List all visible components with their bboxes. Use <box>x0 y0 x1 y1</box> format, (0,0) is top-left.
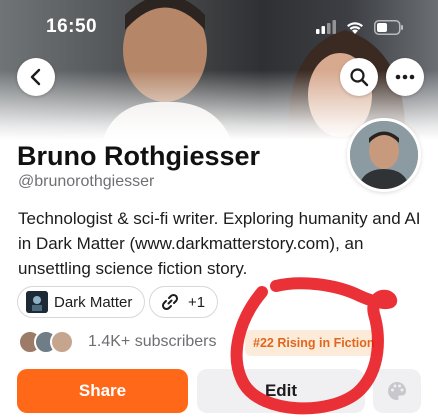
ellipsis-icon <box>395 74 415 80</box>
theme-button[interactable] <box>373 369 421 413</box>
wifi-icon <box>347 21 363 34</box>
battery-icon <box>374 19 403 35</box>
search-icon <box>350 68 369 87</box>
status-bar: 16:50 <box>0 0 438 54</box>
search-button[interactable] <box>340 58 378 96</box>
signal-icon <box>316 20 336 34</box>
profile-bio: Technologist & sci-fi writer. Exploring … <box>18 209 421 278</box>
status-time: 16:50 <box>46 16 98 37</box>
chevron-left-icon <box>30 68 41 86</box>
more-button[interactable] <box>386 58 424 96</box>
share-button[interactable]: Share <box>17 369 188 413</box>
publication-logo <box>26 291 48 313</box>
edit-button[interactable]: Edit <box>197 369 365 413</box>
publication-chip-label: Dark Matter <box>54 293 133 311</box>
avatar-photo <box>350 121 418 189</box>
publication-chip[interactable]: Dark Matter <box>17 286 146 318</box>
links-chip[interactable]: +1 <box>149 286 219 318</box>
profile-name: Bruno Rothgiesser <box>17 141 261 171</box>
profile-handle: @brunorothgiesser <box>18 173 155 190</box>
status-icons <box>316 19 404 35</box>
subscriber-avatar <box>50 330 74 354</box>
rising-badge[interactable]: #22 Rising in Fiction <box>245 330 383 356</box>
subscribers-row[interactable]: 1.4K+ subscribers <box>18 330 217 354</box>
link-icon <box>161 293 179 311</box>
back-button[interactable] <box>17 58 55 96</box>
subscribers-count: 1.4K+ subscribers <box>88 333 217 350</box>
avatar[interactable] <box>347 118 421 192</box>
links-count: +1 <box>188 293 206 311</box>
palette-icon <box>388 382 407 400</box>
